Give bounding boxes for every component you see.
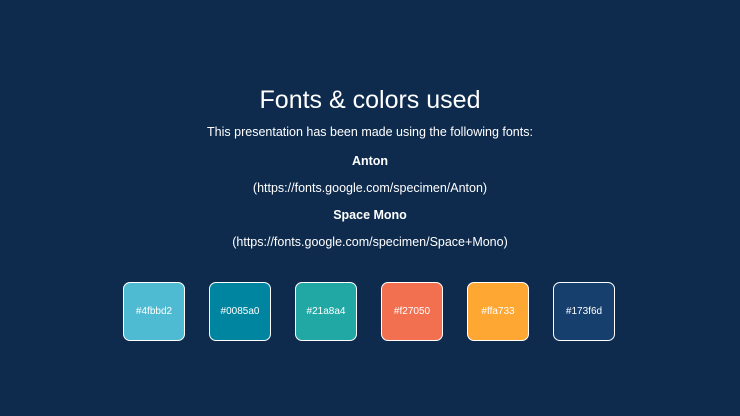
swatch-label: #4fbbd2 bbox=[135, 306, 173, 317]
color-swatch: #ffa733 bbox=[467, 282, 529, 341]
swatch-label: #ffa733 bbox=[481, 306, 515, 317]
font-name-space-mono: Space Mono bbox=[333, 208, 407, 222]
color-swatch: #173f6d bbox=[553, 282, 615, 341]
swatch-label: #f27050 bbox=[393, 306, 431, 317]
color-swatch: #21a8a4 bbox=[295, 282, 357, 341]
swatch-label: #0085a0 bbox=[220, 306, 260, 317]
intro-text: This presentation has been made using th… bbox=[207, 125, 533, 139]
color-swatch: #f27050 bbox=[381, 282, 443, 341]
slide: Fonts & colors used This presentation ha… bbox=[0, 0, 740, 416]
font-name-anton: Anton bbox=[351, 154, 389, 168]
font-url-anton: (https://fonts.google.com/specimen/Anton… bbox=[252, 181, 488, 195]
slide-title: Fonts & colors used bbox=[259, 86, 481, 114]
swatch-label: #21a8a4 bbox=[306, 306, 346, 317]
color-swatch: #4fbbd2 bbox=[123, 282, 185, 341]
color-swatches: #4fbbd2 #0085a0 #21a8a4 #f27050 #ffa733 … bbox=[123, 282, 617, 343]
color-swatch: #0085a0 bbox=[209, 282, 271, 341]
font-url-space-mono: (https://fonts.google.com/specimen/Space… bbox=[232, 235, 508, 249]
swatch-label: #173f6d bbox=[565, 306, 603, 317]
